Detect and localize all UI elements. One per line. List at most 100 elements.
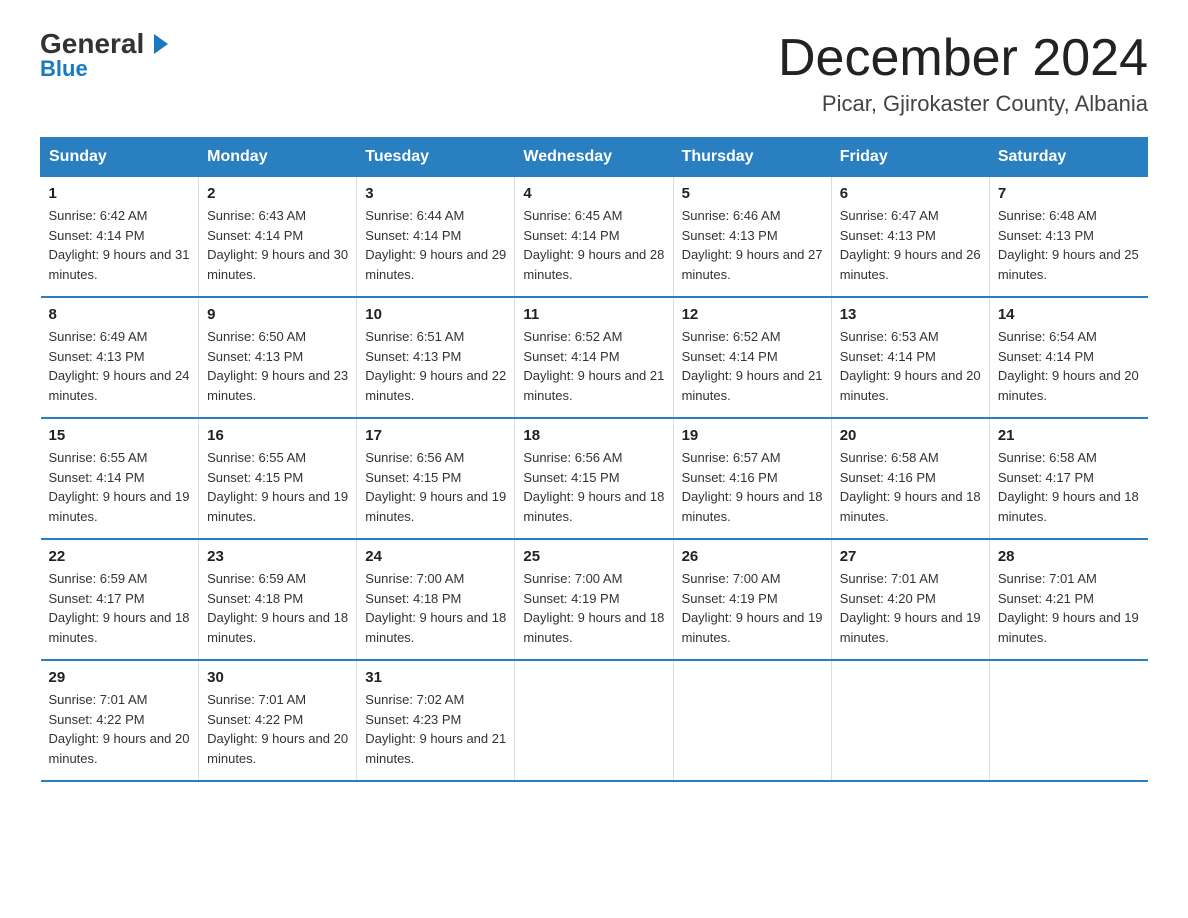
calendar-header-saturday: Saturday: [989, 138, 1147, 177]
day-number: 2: [207, 185, 348, 202]
sunrise-label: Sunrise: 6:45 AM: [523, 208, 622, 223]
calendar-cell: 27 Sunrise: 7:01 AM Sunset: 4:20 PM Dayl…: [831, 539, 989, 660]
sunrise-label: Sunrise: 6:54 AM: [998, 329, 1097, 344]
day-info: Sunrise: 6:59 AM Sunset: 4:18 PM Dayligh…: [207, 569, 348, 647]
day-info: Sunrise: 7:00 AM Sunset: 4:19 PM Dayligh…: [523, 569, 664, 647]
day-number: 28: [998, 548, 1140, 565]
sunset-label: Sunset: 4:14 PM: [523, 349, 619, 364]
calendar-cell: 19 Sunrise: 6:57 AM Sunset: 4:16 PM Dayl…: [673, 418, 831, 539]
day-number: 13: [840, 306, 981, 323]
calendar-cell: 31 Sunrise: 7:02 AM Sunset: 4:23 PM Dayl…: [357, 660, 515, 781]
sunrise-label: Sunrise: 6:59 AM: [49, 571, 148, 586]
day-number: 12: [682, 306, 823, 323]
day-info: Sunrise: 6:55 AM Sunset: 4:14 PM Dayligh…: [49, 448, 191, 526]
daylight-label: Daylight: 9 hours and 24 minutes.: [49, 368, 190, 403]
day-info: Sunrise: 6:56 AM Sunset: 4:15 PM Dayligh…: [365, 448, 506, 526]
logo: General Blue: [40, 30, 172, 82]
day-number: 15: [49, 427, 191, 444]
day-info: Sunrise: 6:46 AM Sunset: 4:13 PM Dayligh…: [682, 206, 823, 284]
sunrise-label: Sunrise: 6:56 AM: [523, 450, 622, 465]
day-info: Sunrise: 6:43 AM Sunset: 4:14 PM Dayligh…: [207, 206, 348, 284]
day-number: 6: [840, 185, 981, 202]
day-info: Sunrise: 6:55 AM Sunset: 4:15 PM Dayligh…: [207, 448, 348, 526]
sunrise-label: Sunrise: 6:55 AM: [49, 450, 148, 465]
day-number: 1: [49, 185, 191, 202]
day-info: Sunrise: 7:02 AM Sunset: 4:23 PM Dayligh…: [365, 690, 506, 768]
day-info: Sunrise: 7:01 AM Sunset: 4:20 PM Dayligh…: [840, 569, 981, 647]
day-info: Sunrise: 7:00 AM Sunset: 4:19 PM Dayligh…: [682, 569, 823, 647]
day-number: 18: [523, 427, 664, 444]
calendar-cell: 1 Sunrise: 6:42 AM Sunset: 4:14 PM Dayli…: [41, 177, 199, 298]
sunrise-label: Sunrise: 6:58 AM: [840, 450, 939, 465]
day-number: 23: [207, 548, 348, 565]
day-number: 14: [998, 306, 1140, 323]
daylight-label: Daylight: 9 hours and 18 minutes.: [840, 489, 981, 524]
day-number: 26: [682, 548, 823, 565]
sunset-label: Sunset: 4:17 PM: [998, 470, 1094, 485]
sunrise-label: Sunrise: 7:00 AM: [365, 571, 464, 586]
page-subtitle: Picar, Gjirokaster County, Albania: [778, 91, 1148, 117]
calendar-cell: 16 Sunrise: 6:55 AM Sunset: 4:15 PM Dayl…: [199, 418, 357, 539]
calendar-cell: 25 Sunrise: 7:00 AM Sunset: 4:19 PM Dayl…: [515, 539, 673, 660]
calendar-cell: 4 Sunrise: 6:45 AM Sunset: 4:14 PM Dayli…: [515, 177, 673, 298]
day-info: Sunrise: 6:42 AM Sunset: 4:14 PM Dayligh…: [49, 206, 191, 284]
day-number: 16: [207, 427, 348, 444]
daylight-label: Daylight: 9 hours and 18 minutes.: [523, 610, 664, 645]
calendar-cell: 20 Sunrise: 6:58 AM Sunset: 4:16 PM Dayl…: [831, 418, 989, 539]
daylight-label: Daylight: 9 hours and 18 minutes.: [682, 489, 823, 524]
sunrise-label: Sunrise: 7:01 AM: [207, 692, 306, 707]
daylight-label: Daylight: 9 hours and 21 minutes.: [523, 368, 664, 403]
day-number: 7: [998, 185, 1140, 202]
title-area: December 2024 Picar, Gjirokaster County,…: [778, 30, 1148, 117]
daylight-label: Daylight: 9 hours and 22 minutes.: [365, 368, 506, 403]
day-number: 11: [523, 306, 664, 323]
sunrise-label: Sunrise: 6:51 AM: [365, 329, 464, 344]
calendar-cell: [989, 660, 1147, 781]
calendar-week-row: 22 Sunrise: 6:59 AM Sunset: 4:17 PM Dayl…: [41, 539, 1148, 660]
sunset-label: Sunset: 4:15 PM: [365, 470, 461, 485]
sunrise-label: Sunrise: 6:49 AM: [49, 329, 148, 344]
calendar-cell: 14 Sunrise: 6:54 AM Sunset: 4:14 PM Dayl…: [989, 297, 1147, 418]
day-info: Sunrise: 6:50 AM Sunset: 4:13 PM Dayligh…: [207, 327, 348, 405]
calendar-week-row: 29 Sunrise: 7:01 AM Sunset: 4:22 PM Dayl…: [41, 660, 1148, 781]
sunset-label: Sunset: 4:13 PM: [365, 349, 461, 364]
calendar-header-sunday: Sunday: [41, 138, 199, 177]
daylight-label: Daylight: 9 hours and 23 minutes.: [207, 368, 348, 403]
sunset-label: Sunset: 4:21 PM: [998, 591, 1094, 606]
calendar-cell: 2 Sunrise: 6:43 AM Sunset: 4:14 PM Dayli…: [199, 177, 357, 298]
calendar-cell: [515, 660, 673, 781]
day-info: Sunrise: 6:48 AM Sunset: 4:13 PM Dayligh…: [998, 206, 1140, 284]
calendar-header-monday: Monday: [199, 138, 357, 177]
daylight-label: Daylight: 9 hours and 20 minutes.: [49, 731, 190, 766]
calendar-cell: 7 Sunrise: 6:48 AM Sunset: 4:13 PM Dayli…: [989, 177, 1147, 298]
calendar-cell: 11 Sunrise: 6:52 AM Sunset: 4:14 PM Dayl…: [515, 297, 673, 418]
day-number: 17: [365, 427, 506, 444]
sunrise-label: Sunrise: 7:01 AM: [998, 571, 1097, 586]
sunset-label: Sunset: 4:16 PM: [840, 470, 936, 485]
sunrise-label: Sunrise: 6:53 AM: [840, 329, 939, 344]
sunset-label: Sunset: 4:14 PM: [523, 228, 619, 243]
daylight-label: Daylight: 9 hours and 18 minutes.: [523, 489, 664, 524]
day-number: 10: [365, 306, 506, 323]
day-number: 3: [365, 185, 506, 202]
calendar-cell: 23 Sunrise: 6:59 AM Sunset: 4:18 PM Dayl…: [199, 539, 357, 660]
calendar-week-row: 1 Sunrise: 6:42 AM Sunset: 4:14 PM Dayli…: [41, 177, 1148, 298]
sunset-label: Sunset: 4:13 PM: [998, 228, 1094, 243]
daylight-label: Daylight: 9 hours and 18 minutes.: [998, 489, 1139, 524]
sunset-label: Sunset: 4:18 PM: [207, 591, 303, 606]
sunrise-label: Sunrise: 6:46 AM: [682, 208, 781, 223]
sunrise-label: Sunrise: 6:44 AM: [365, 208, 464, 223]
page-title: December 2024: [778, 30, 1148, 87]
sunset-label: Sunset: 4:13 PM: [207, 349, 303, 364]
day-info: Sunrise: 7:01 AM Sunset: 4:22 PM Dayligh…: [49, 690, 191, 768]
sunrise-label: Sunrise: 7:00 AM: [523, 571, 622, 586]
day-info: Sunrise: 6:51 AM Sunset: 4:13 PM Dayligh…: [365, 327, 506, 405]
daylight-label: Daylight: 9 hours and 20 minutes.: [998, 368, 1139, 403]
calendar-header-thursday: Thursday: [673, 138, 831, 177]
daylight-label: Daylight: 9 hours and 18 minutes.: [49, 610, 190, 645]
daylight-label: Daylight: 9 hours and 29 minutes.: [365, 247, 506, 282]
day-info: Sunrise: 6:52 AM Sunset: 4:14 PM Dayligh…: [523, 327, 664, 405]
sunset-label: Sunset: 4:14 PM: [682, 349, 778, 364]
calendar-cell: 29 Sunrise: 7:01 AM Sunset: 4:22 PM Dayl…: [41, 660, 199, 781]
day-number: 24: [365, 548, 506, 565]
